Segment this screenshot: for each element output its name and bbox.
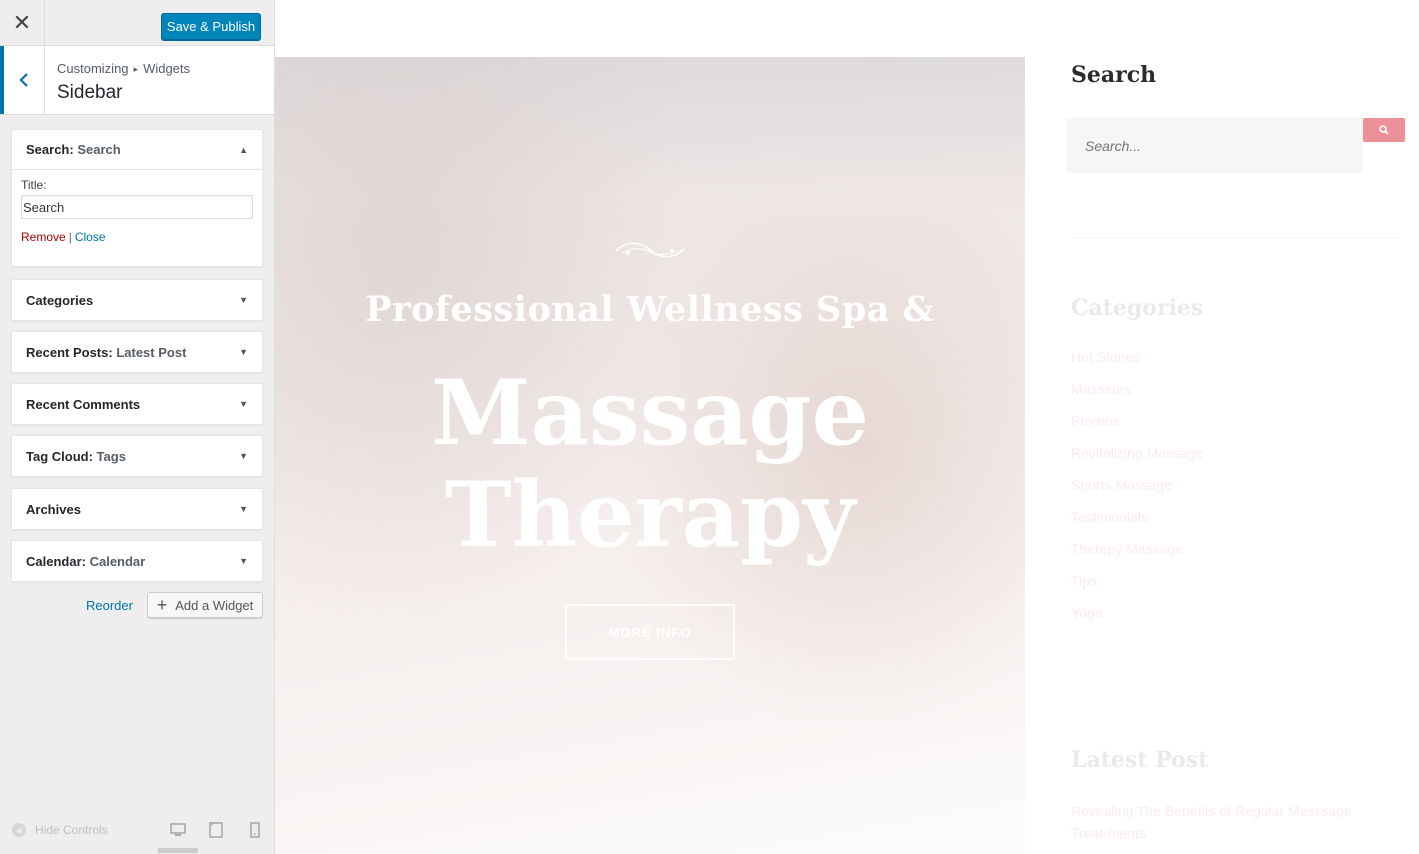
latest-post-link[interactable]: Revealing The Benefits of Regular Masssa…	[1071, 800, 1381, 844]
expand-arrow-icon[interactable]: ▼	[239, 504, 248, 514]
widget-search: Search: Search ▲ Title: Remove|Close	[11, 129, 263, 267]
categories-heading: Categories	[1071, 295, 1204, 321]
widget-header-tag-cloud[interactable]: Tag Cloud: Tags ▼	[12, 436, 262, 476]
widget-title: Search	[77, 142, 121, 157]
widget-title: Tags	[96, 448, 126, 464]
expand-arrow-icon[interactable]: ▼	[239, 399, 248, 409]
category-link[interactable]: Revitalizing Massage	[1071, 445, 1203, 461]
breadcrumb-separator-icon: ▸	[133, 64, 139, 74]
widget-recent-comments[interactable]: Recent Comments ▼	[11, 383, 263, 425]
hero-title-line1: Massage	[431, 360, 869, 466]
widget-header-recent-posts[interactable]: Recent Posts: Latest Post ▼	[12, 332, 262, 372]
widget-title-input[interactable]	[21, 195, 253, 219]
category-link[interactable]: Masseurs	[1071, 381, 1132, 397]
widget-type: Search	[26, 142, 70, 157]
hero-banner: Professional Wellness Spa & Massage Ther…	[275, 57, 1025, 854]
collapse-icon: ◀	[12, 823, 26, 837]
save-publish-button[interactable]: Save & Publish	[161, 13, 261, 40]
hide-controls-label: Hide Controls	[35, 823, 108, 837]
category-link[interactable]: Testimonials	[1071, 509, 1148, 525]
widget-header-recent-comments[interactable]: Recent Comments ▼	[12, 384, 262, 424]
expand-arrow-icon[interactable]: ▼	[239, 556, 248, 566]
widget-categories[interactable]: Categories ▼	[11, 279, 263, 321]
add-widget-button[interactable]: + Add a Widget	[147, 592, 263, 618]
sidebar-search-button[interactable]	[1363, 118, 1405, 142]
add-widget-label: Add a Widget	[175, 597, 254, 613]
plus-icon: +	[156, 595, 168, 615]
divider	[1071, 688, 1401, 689]
widget-header-search[interactable]: Search: Search ▲	[12, 130, 262, 170]
flourish-ornament-icon	[615, 242, 685, 258]
hero-title-line2: Therapy	[444, 462, 856, 568]
widget-tag-cloud[interactable]: Tag Cloud: Tags ▼	[11, 435, 263, 477]
widget-actions: Remove | Close	[21, 230, 253, 244]
widget-type: Archives	[26, 501, 81, 517]
reorder-link[interactable]: Reorder	[86, 598, 133, 613]
widget-header-categories[interactable]: Categories ▼	[12, 280, 262, 320]
customizer-header: ✕ Save & Publish	[0, 0, 274, 46]
remove-widget-link[interactable]: Remove	[21, 230, 66, 244]
search-icon	[1379, 125, 1389, 135]
close-customizer-button[interactable]: ✕	[0, 0, 45, 45]
widget-header-archives[interactable]: Archives ▼	[12, 489, 262, 529]
separator: |	[68, 230, 72, 244]
sidebar-search-input[interactable]	[1066, 118, 1363, 173]
expand-arrow-icon[interactable]: ▼	[239, 451, 248, 461]
category-link[interactable]: Yoga	[1071, 605, 1102, 621]
section-header: Customizing ▸ Widgets Sidebar	[0, 46, 274, 115]
widget-body: Title: Remove|Close	[12, 170, 262, 252]
latest-post-heading: Latest Post	[1071, 747, 1209, 773]
widget-type: Tag Cloud	[26, 448, 89, 464]
widget-header-calendar[interactable]: Calendar: Calendar ▼	[12, 541, 262, 581]
category-link[interactable]: Tips	[1071, 573, 1097, 589]
desktop-preview-icon[interactable]	[170, 822, 186, 838]
hero-subtitle: Professional Wellness Spa &	[365, 289, 935, 330]
mobile-preview-icon[interactable]	[247, 822, 263, 838]
site-sidebar: Search Categories Hot Stones Masseurs Pr…	[1025, 0, 1419, 854]
expand-arrow-icon[interactable]: ▼	[239, 347, 248, 357]
more-info-button[interactable]: MORE INFO	[565, 604, 735, 660]
widget-title: Latest Post	[116, 344, 187, 360]
expand-arrow-icon[interactable]: ▼	[239, 295, 248, 305]
hide-controls-button[interactable]: ◀ Hide Controls	[12, 823, 108, 837]
breadcrumb-root: Customizing	[57, 61, 129, 76]
title-label: Title:	[21, 178, 47, 192]
tablet-preview-icon[interactable]	[208, 822, 224, 838]
section-title: Sidebar	[57, 82, 123, 103]
close-widget-link[interactable]: Close	[75, 230, 106, 244]
widget-title: Calendar	[89, 553, 146, 569]
widget-type: Recent Comments	[26, 396, 141, 412]
hero-title: Massage Therapy	[275, 362, 1025, 566]
divider	[1071, 237, 1401, 238]
collapse-arrow-icon[interactable]: ▲	[239, 145, 248, 155]
close-icon: ✕	[12, 9, 32, 35]
active-device-indicator	[158, 848, 198, 853]
back-button[interactable]	[0, 46, 45, 114]
widget-recent-posts[interactable]: Recent Posts: Latest Post ▼	[11, 331, 263, 373]
widget-type: Calendar	[26, 553, 82, 569]
chevron-left-icon	[19, 73, 28, 87]
search-heading: Search	[1071, 62, 1157, 88]
category-link[interactable]: Hot Stones	[1071, 349, 1140, 365]
breadcrumb: Customizing ▸ Widgets	[57, 61, 190, 76]
widget-type: Recent Posts	[26, 344, 109, 360]
site-preview: Professional Wellness Spa & Massage Ther…	[275, 0, 1419, 854]
category-link[interactable]: Promos	[1071, 413, 1119, 429]
category-link[interactable]: Therapy Massage	[1071, 541, 1183, 557]
customizer-panel: ✕ Save & Publish Customizing ▸ Widgets Sid…	[0, 0, 275, 854]
breadcrumb-current: Widgets	[143, 61, 191, 76]
widget-archives[interactable]: Archives ▼	[11, 488, 263, 530]
widget-type: Categories	[26, 292, 94, 308]
category-link[interactable]: Sports Massage	[1071, 477, 1172, 493]
widget-calendar[interactable]: Calendar: Calendar ▼	[11, 540, 263, 582]
customizer-footer: ◀ Hide Controls	[0, 812, 274, 854]
